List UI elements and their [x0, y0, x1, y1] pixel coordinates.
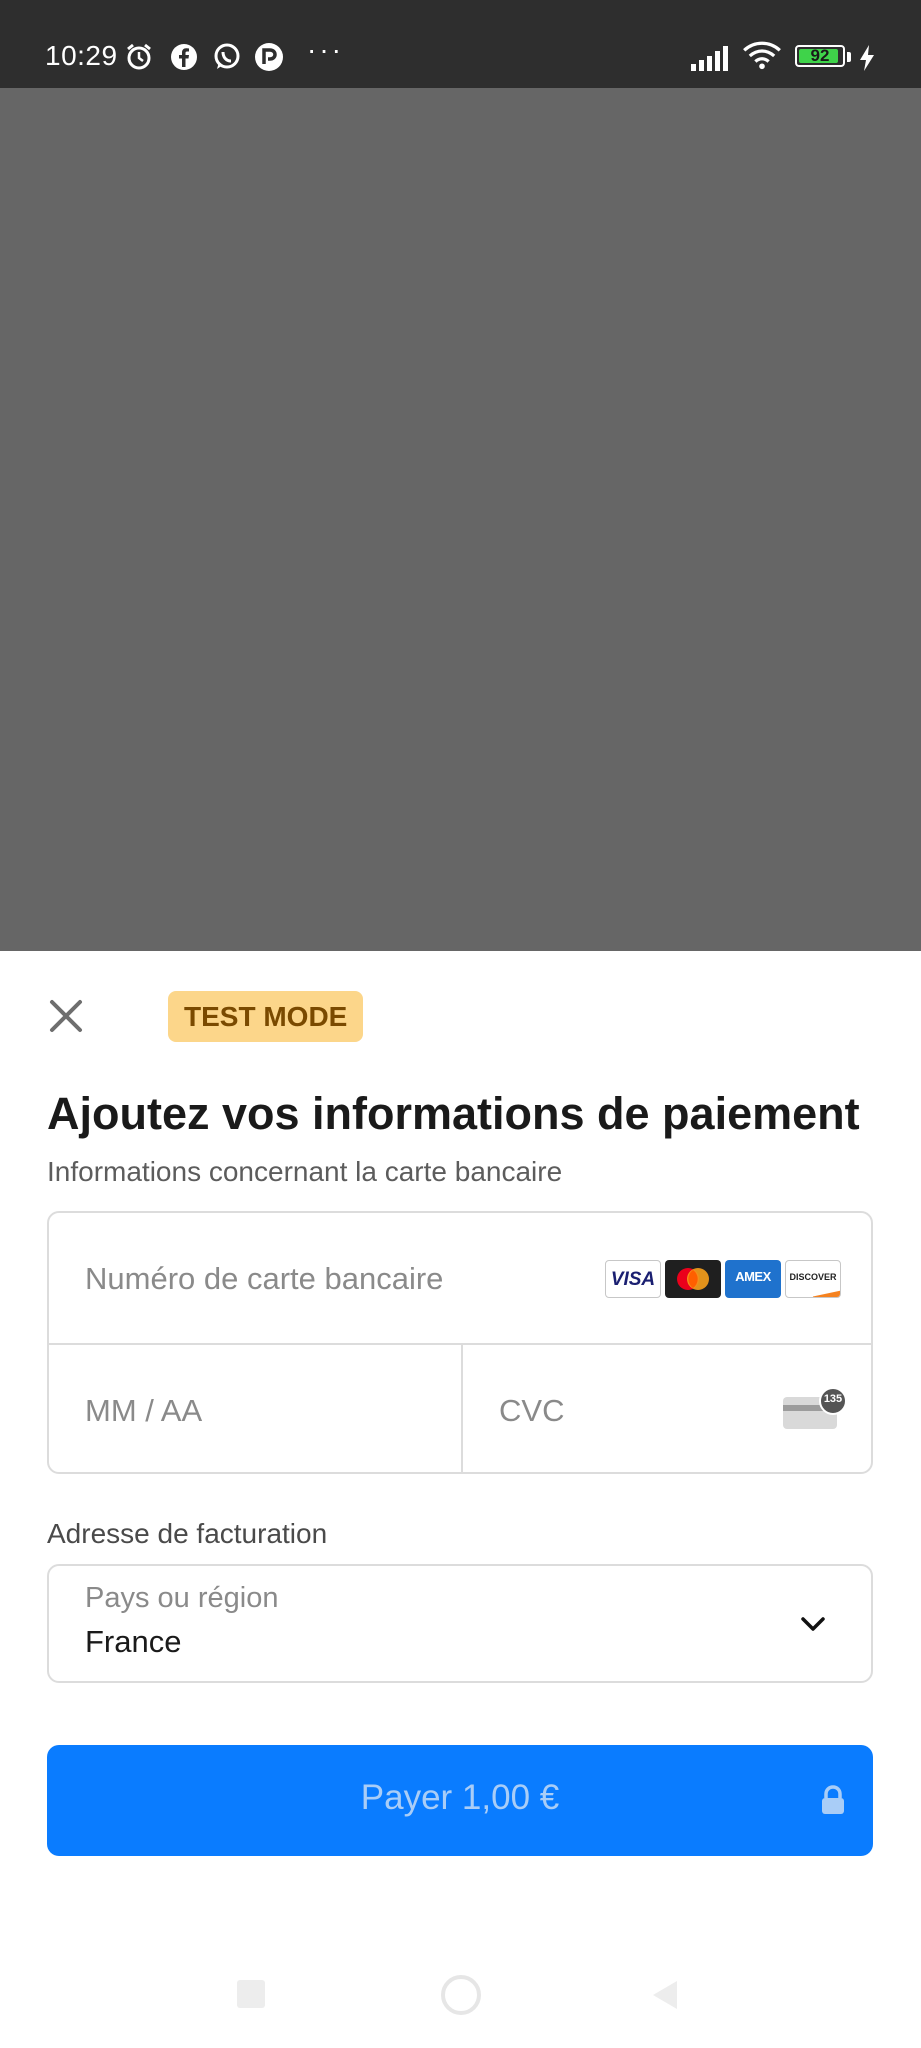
chevron-down-icon — [801, 1617, 825, 1631]
dimmed-backdrop[interactable] — [0, 88, 921, 951]
app-icon — [255, 43, 283, 71]
battery-tip — [847, 52, 851, 62]
battery-icon: 92 — [795, 45, 845, 67]
cvc-hint-badge: 135 — [819, 1387, 847, 1415]
billing-address-label: Adresse de facturation — [47, 1518, 328, 1549]
lock-icon — [822, 1785, 844, 1814]
whatsapp-icon — [214, 43, 240, 69]
cvc-input[interactable]: CVC 135 — [463, 1345, 871, 1472]
country-select[interactable]: Pays ou région France — [47, 1564, 873, 1683]
amex-icon: AMEX — [725, 1260, 781, 1298]
recents-nav-icon[interactable] — [235, 1978, 267, 2010]
mastercard-circles — [677, 1268, 709, 1290]
cvc-placeholder: CVC — [499, 1393, 565, 1428]
signal-icon — [691, 46, 728, 71]
country-select-label: Pays ou région — [85, 1582, 279, 1614]
test-mode-badge: TEST MODE — [168, 991, 364, 1042]
close-icon[interactable] — [44, 994, 88, 1038]
card-details-form: Numéro de carte bancaire VISA AMEX DISCO… — [47, 1211, 873, 1474]
battery-level: 92 — [810, 46, 830, 65]
country-select-value: France — [85, 1624, 182, 1659]
discover-accent — [812, 1289, 840, 1297]
charging-icon — [860, 45, 874, 71]
status-time: 10:29 — [45, 40, 118, 71]
pay-button[interactable]: Payer 1,00 € — [47, 1745, 873, 1856]
card-section-subtitle: Informations concernant la carte bancair… — [47, 1156, 563, 1187]
card-number-input[interactable]: Numéro de carte bancaire VISA AMEX DISCO… — [49, 1213, 871, 1343]
pay-button-label: Payer 1,00 € — [360, 1778, 560, 1817]
overflow-dots: ··· — [307, 34, 344, 65]
discover-label: DISCOVER — [789, 1272, 837, 1282]
wifi-icon — [743, 41, 781, 70]
discover-icon: DISCOVER — [785, 1260, 841, 1298]
home-nav-icon[interactable] — [440, 1974, 482, 2016]
cvc-hint-number: 135 — [823, 1393, 843, 1405]
mastercard-icon — [665, 1260, 721, 1298]
page-title: Ajoutez vos informations de paiement — [47, 1088, 860, 1139]
status-bar: 10:29 ··· 92 — [0, 0, 921, 88]
amex-label: AMEX — [735, 1269, 771, 1284]
back-nav-icon[interactable] — [649, 1979, 681, 2011]
card-number-placeholder: Numéro de carte bancaire — [85, 1261, 444, 1296]
expiry-placeholder: MM / AA — [85, 1393, 203, 1428]
visa-label: VISA — [610, 1269, 656, 1290]
expiry-input[interactable]: MM / AA — [49, 1345, 461, 1472]
alarm-icon — [127, 43, 151, 70]
facebook-icon — [171, 44, 197, 70]
visa-icon: VISA — [605, 1260, 661, 1298]
cvc-card-icon: 135 — [783, 1387, 847, 1429]
